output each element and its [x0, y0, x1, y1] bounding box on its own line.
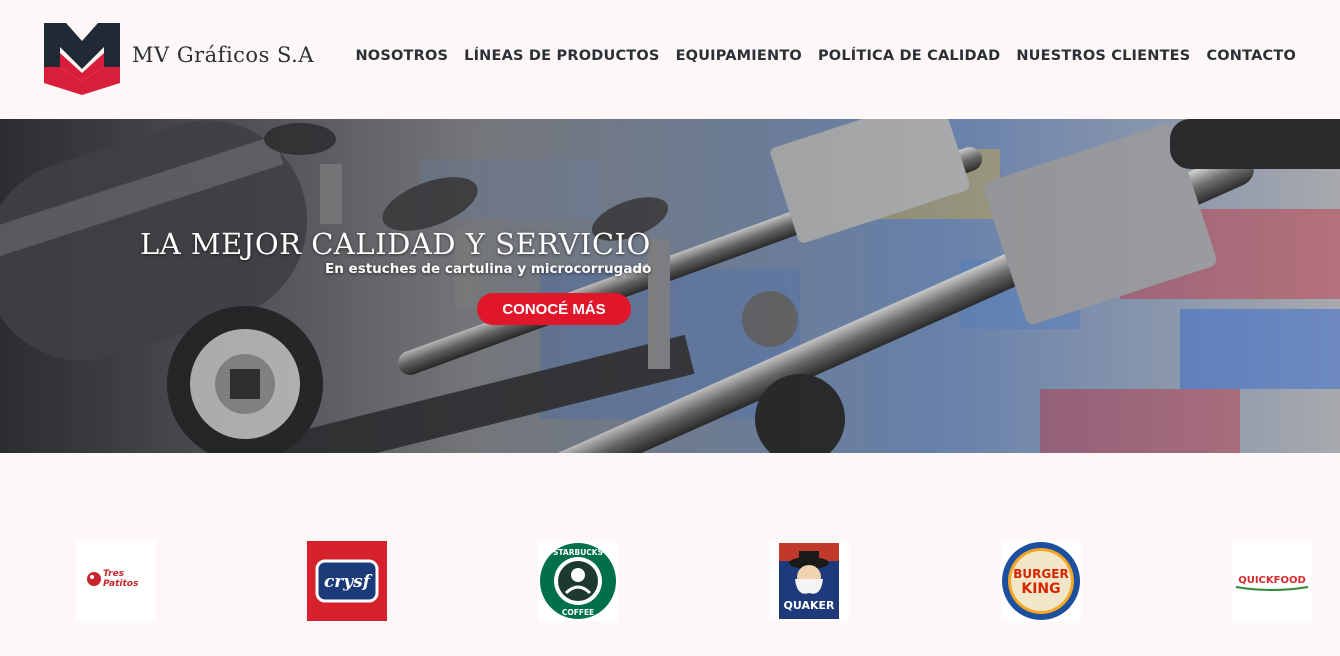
- main-nav: NOSOTROS LÍNEAS DE PRODUCTOS EQUIPAMIENT…: [355, 48, 1296, 64]
- hero-subtitle: En estuches de cartulina y microcorrugad…: [325, 261, 652, 277]
- nav-contacto[interactable]: CONTACTO: [1206, 48, 1296, 64]
- hero-title: LA MEJOR CALIDAD Y SERVICIO: [140, 227, 651, 261]
- hero-banner: LA MEJOR CALIDAD Y SERVICIO En estuches …: [0, 119, 1340, 453]
- brand-name[interactable]: MV Gráficos S.A: [132, 43, 314, 67]
- burger-king-logo-icon: BURGER KING: [1002, 542, 1080, 620]
- client-logo-burger-king[interactable]: BURGER KING: [1001, 541, 1081, 621]
- svg-text:QUICKFOOD: QUICKFOOD: [1238, 575, 1306, 586]
- svg-text:Patitos: Patitos: [103, 579, 139, 589]
- svg-text:STARBUCKS: STARBUCKS: [553, 548, 603, 557]
- site-header: MV Gráficos S.A NOSOTROS LÍNEAS DE PRODU…: [0, 0, 1340, 119]
- svg-text:KING: KING: [1021, 581, 1060, 597]
- svg-text:COFFEE: COFFEE: [562, 608, 594, 617]
- mv-logo[interactable]: [44, 23, 120, 95]
- client-logo-crysf[interactable]: crysf: [307, 541, 387, 621]
- quaker-logo-icon: QUAKER: [779, 543, 839, 619]
- svg-text:QUAKER: QUAKER: [784, 599, 835, 612]
- client-logo-tres-patitos[interactable]: Tres Patitos: [76, 541, 156, 621]
- svg-text:crysf: crysf: [324, 572, 373, 592]
- client-logo-starbucks[interactable]: STARBUCKS COFFEE: [538, 541, 618, 621]
- starbucks-logo-icon: STARBUCKS COFFEE: [540, 543, 616, 619]
- nav-lineas-de-productos[interactable]: LÍNEAS DE PRODUCTOS: [464, 48, 659, 64]
- quickfood-logo-icon: QUICKFOOD: [1235, 575, 1309, 591]
- client-logo-quaker[interactable]: QUAKER: [769, 541, 849, 621]
- client-logo-quickfood[interactable]: QUICKFOOD: [1232, 541, 1312, 621]
- tres-patitos-logo-icon: Tres Patitos: [87, 569, 139, 589]
- conoce-mas-button[interactable]: CONOCÉ MÁS: [477, 293, 631, 325]
- clients-logos: Tres Patitos crysf STARBUCKS COFFEE QUAK…: [0, 453, 1340, 656]
- nav-nosotros[interactable]: NOSOTROS: [355, 48, 448, 64]
- crysf-logo-icon: crysf: [315, 559, 379, 603]
- hero-background-image: [0, 119, 1340, 453]
- nav-politica-de-calidad[interactable]: POLÍTICA DE CALIDAD: [818, 48, 1000, 64]
- nav-equipamiento[interactable]: EQUIPAMIENTO: [676, 48, 802, 64]
- svg-text:BURGER: BURGER: [1013, 567, 1068, 581]
- nav-nuestros-clientes[interactable]: NUESTROS CLIENTES: [1016, 48, 1190, 64]
- svg-text:Tres: Tres: [103, 569, 125, 579]
